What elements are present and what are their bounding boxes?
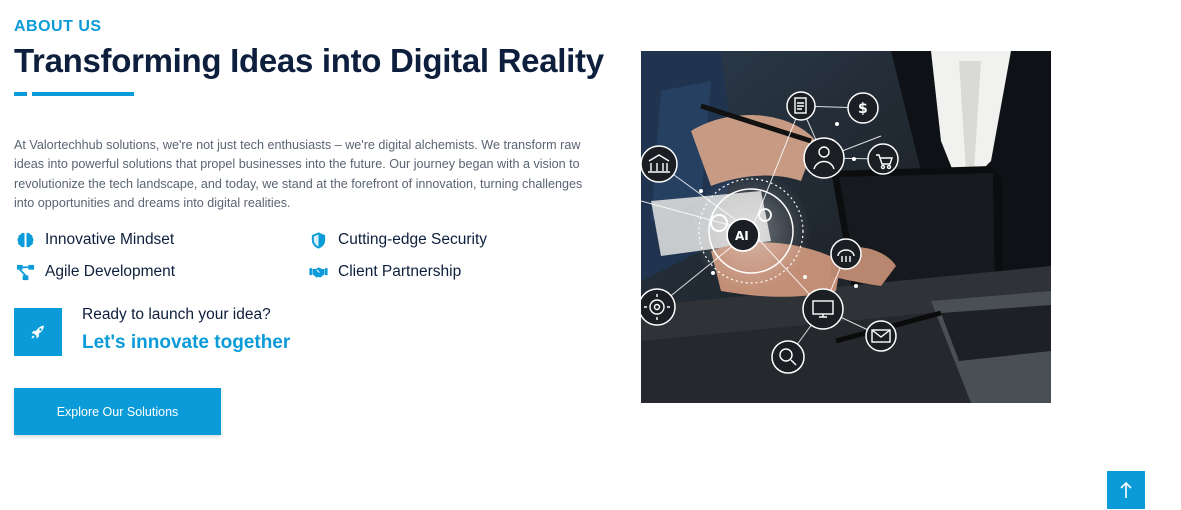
feature-label: Agile Development [45,263,176,280]
shield-icon [307,230,329,250]
section-eyebrow: ABOUT US [14,18,102,35]
innovate-together-link[interactable]: Let's innovate together [82,332,290,354]
feature-label: Client Partnership [338,263,462,280]
page-title: Transforming Ideas into Digital Reality [14,42,604,79]
feature-client-partnership: Client Partnership [307,262,461,282]
workflow-icon [14,262,36,282]
hero-image: AI $ [641,51,1051,403]
svg-text:$: $ [858,101,868,117]
feature-innovative-mindset: Innovative Mindset [14,230,174,250]
scroll-to-top-button[interactable] [1107,471,1145,509]
explore-solutions-button[interactable]: Explore Our Solutions [14,388,221,435]
feature-cutting-edge-security: Cutting-edge Security [307,230,487,250]
feature-label: Cutting-edge Security [338,231,488,248]
feature-agile-development: Agile Development [14,262,175,282]
rocket-icon [14,308,62,356]
svg-text:AI: AI [735,229,749,243]
arrow-up-icon [1120,481,1132,498]
handshake-icon [307,262,329,282]
feature-label: Innovative Mindset [45,231,175,248]
cta-question: Ready to launch your idea? [82,306,271,323]
brain-icon [14,230,36,250]
title-underline-bar [32,92,134,96]
title-underline-dot [14,92,27,96]
about-description: At Valortechhub solutions, we're not jus… [14,138,583,210]
